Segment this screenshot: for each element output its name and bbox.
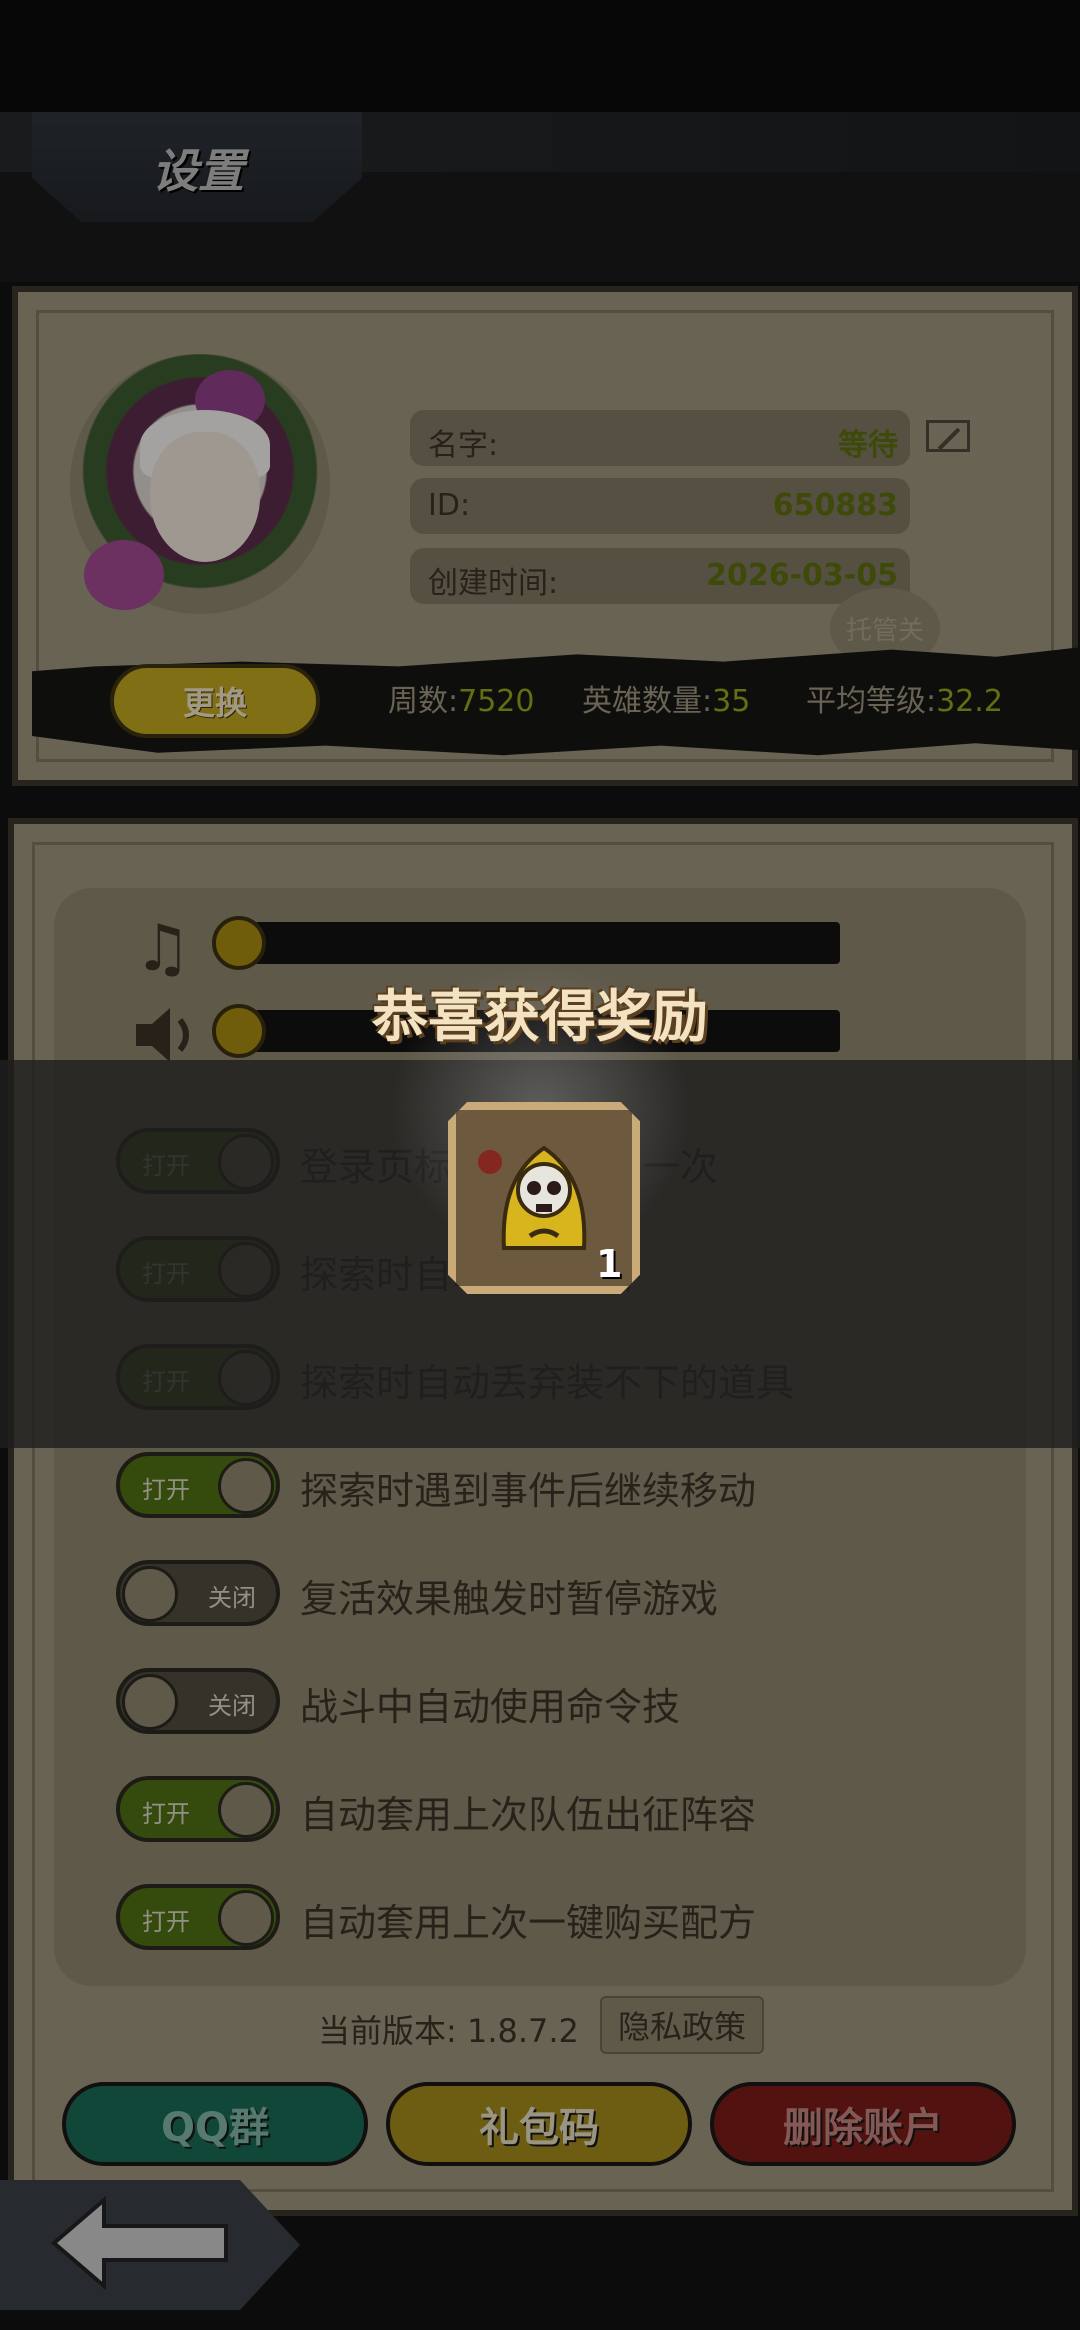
reward-item-count: 1 (596, 1242, 623, 1286)
reward-title: 恭喜获得奖励 (372, 985, 708, 1050)
